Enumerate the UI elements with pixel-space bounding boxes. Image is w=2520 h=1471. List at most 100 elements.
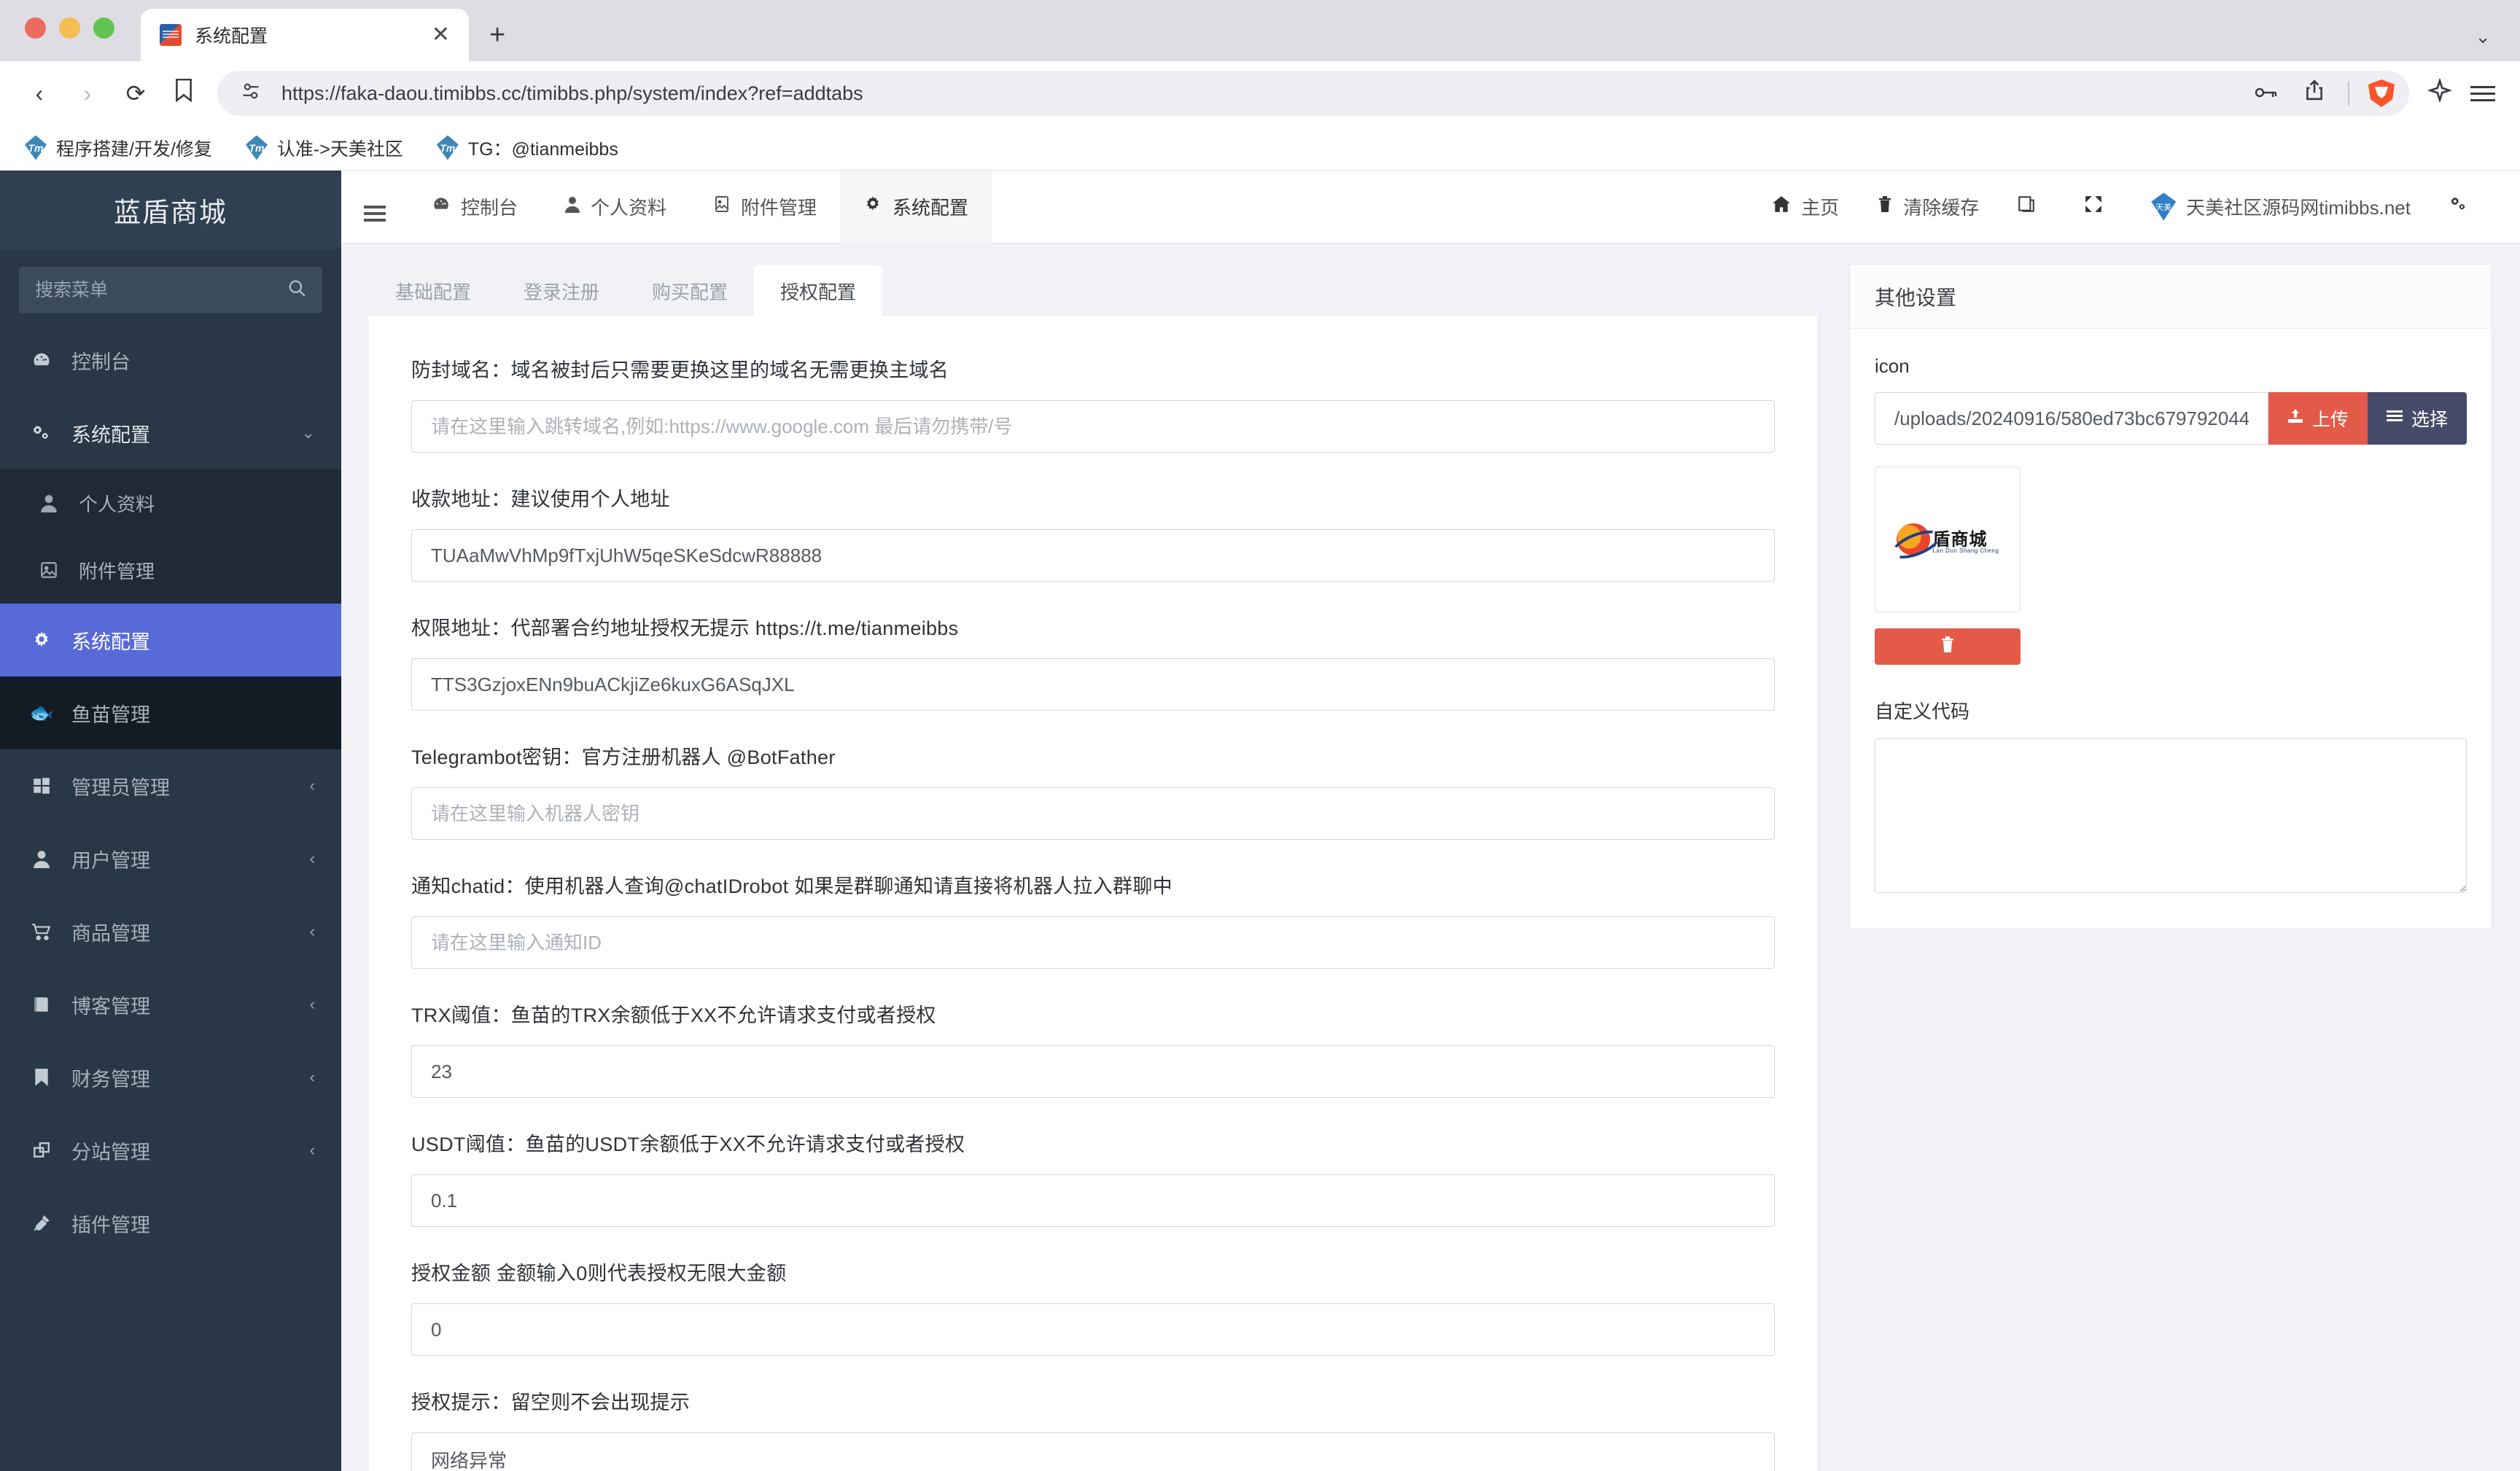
gear-icon (26, 630, 57, 650)
sidebar-item-profile[interactable]: 个人资料 (0, 469, 341, 536)
back-icon[interactable]: ‹ (25, 80, 54, 107)
sidebar-brand[interactable]: 蓝盾商城 (0, 171, 341, 249)
navtab-label: 附件管理 (741, 197, 817, 219)
icon-field-label: icon (1875, 355, 1910, 377)
card-title: 其他设置 (1850, 265, 2492, 329)
field-label: TRX阈值：鱼苗的TRX余额低于XX不允许请求支付或者授权 (411, 1004, 936, 1026)
delete-icon-button[interactable] (1875, 628, 2021, 665)
usdt-threshold-input[interactable] (411, 1174, 1775, 1227)
navtab-attachments[interactable]: 附件管理 (690, 171, 840, 243)
maximize-window-button[interactable] (93, 17, 114, 39)
gear-icon (863, 195, 882, 219)
permission-address-input[interactable] (411, 658, 1775, 711)
leo-ai-icon[interactable] (2427, 77, 2453, 108)
plug-icon (26, 1214, 57, 1233)
bookmark-icon[interactable] (169, 78, 198, 108)
forward-icon[interactable]: › (73, 80, 102, 107)
sidebar-item-subsite-management[interactable]: 分站管理 ‹ (0, 1114, 341, 1187)
upload-label: 上传 (2311, 410, 2349, 430)
chevron-down-icon[interactable]: ⌄ (302, 424, 315, 442)
close-window-button[interactable] (25, 17, 46, 39)
password-key-icon[interactable] (2252, 80, 2281, 107)
image-icon (713, 195, 731, 218)
tab-title: 系统配置 (195, 26, 268, 47)
sidebar-toggle-button[interactable] (341, 205, 408, 208)
antiblock-domain-input[interactable] (411, 400, 1775, 453)
custom-code-textarea[interactable] (1875, 738, 2467, 893)
bookmark-item-2[interactable]: Tm TG：@tianmeibbs (436, 135, 618, 161)
windows-icon (26, 776, 57, 795)
chevron-left-icon[interactable]: ‹ (310, 776, 315, 795)
trx-threshold-input[interactable] (411, 1045, 1775, 1098)
sidebar-item-system-config-group[interactable]: 系统配置 ⌄ (0, 397, 341, 469)
trash-icon (1940, 636, 1956, 658)
address-bar[interactable]: https://faka-daou.timibbs.cc/timibbs.php… (217, 71, 2409, 116)
sidebar-item-system-config[interactable]: 系统配置 (0, 604, 341, 676)
brave-shield-icon[interactable] (2368, 79, 2395, 107)
minimize-window-button[interactable] (59, 17, 80, 39)
chevron-left-icon[interactable]: ‹ (310, 849, 315, 868)
search-icon[interactable] (287, 278, 306, 303)
icon-path-input[interactable] (1875, 392, 2268, 445)
logo-subtext: Lan Dun Shang Cheng (1932, 547, 1999, 554)
auth-tip-textarea[interactable] (411, 1432, 1775, 1471)
book-icon (26, 995, 57, 1014)
icon-preview[interactable]: 盾商城 Lan Dun Shang Cheng (1875, 467, 2021, 612)
tab-login-register[interactable]: 登录注册 (497, 265, 626, 316)
choose-button[interactable]: 选择 (2367, 392, 2467, 445)
field-notify-chatid: 通知chatid：使用机器人查询@chatIDrobot 如果是群聊通知请直接将… (411, 870, 1775, 969)
close-tab-icon[interactable]: ✕ (432, 24, 450, 46)
menu-search-box[interactable] (19, 267, 322, 313)
navbtn-settings[interactable] (2430, 171, 2498, 243)
browser-menu-icon[interactable] (2470, 85, 2495, 101)
chevron-left-icon[interactable]: ‹ (310, 1141, 315, 1160)
auth-amount-input[interactable] (411, 1303, 1775, 1356)
tab-auth-config[interactable]: 授权配置 (754, 265, 883, 316)
navtab-dashboard[interactable]: 控制台 (408, 171, 541, 243)
browser-tabstrip: 系统配置 ✕ + ⌄ (0, 0, 2520, 61)
tab-purchase-config[interactable]: 购买配置 (626, 265, 755, 316)
chevron-left-icon[interactable]: ‹ (310, 1068, 315, 1087)
share-icon[interactable] (2300, 79, 2329, 107)
bookmark-favicon-icon: Tm (245, 135, 268, 160)
notify-chatid-input[interactable] (411, 916, 1775, 969)
cart-icon (26, 922, 57, 941)
sidebar-item-user-management[interactable]: 用户管理 ‹ (0, 822, 341, 895)
upload-button[interactable]: 上传 (2268, 392, 2368, 445)
chevron-left-icon[interactable]: ‹ (310, 995, 315, 1014)
field-label: 授权金额 金额输入0则代表授权无限大金额 (411, 1263, 787, 1284)
navtab-profile[interactable]: 个人资料 (541, 171, 690, 243)
navbtn-home[interactable]: 主页 (1753, 171, 1858, 243)
sidebar-item-product-management[interactable]: 商品管理 ‹ (0, 895, 341, 968)
bookmark-item-0[interactable]: Tm 程序搭建/开发/修复 (25, 135, 212, 161)
sidebar-menu: 控制台 系统配置 ⌄ 个人资料 附件管理 系统配置 🐟 鱼苗管理 管理员管理 ‹… (0, 324, 341, 1471)
receive-address-input[interactable] (411, 529, 1775, 582)
navbtn-refresh-tabs[interactable] (1998, 171, 2065, 243)
search-input[interactable] (35, 279, 287, 301)
refresh-tabs-icon (2017, 195, 2036, 219)
chevron-left-icon[interactable]: ‹ (310, 922, 315, 941)
field-auth-amount: 授权金额 金额输入0则代表授权无限大金额 (411, 1257, 1775, 1356)
sidebar-item-plugin-management[interactable]: 插件管理 (0, 1187, 341, 1260)
sidebar-item-attachments[interactable]: 附件管理 (0, 536, 341, 604)
bookmark-item-1[interactable]: Tm 认准->天美社区 (245, 135, 403, 161)
browser-tab[interactable]: 系统配置 ✕ (141, 9, 469, 61)
site-settings-icon[interactable] (236, 80, 265, 107)
telegram-bot-token-input[interactable] (411, 787, 1775, 840)
navtab-system-config[interactable]: 系统配置 (840, 171, 992, 243)
field-auth-tip: 授权提示：留空则不会出现提示 (411, 1386, 1775, 1471)
new-tab-button[interactable]: + (489, 20, 505, 61)
sidebar-item-dashboard[interactable]: 控制台 (0, 324, 341, 397)
sidebar-item-finance-management[interactable]: 财务管理 ‹ (0, 1041, 341, 1114)
reload-icon[interactable]: ⟳ (121, 79, 150, 107)
sidebar-item-admin-management[interactable]: 管理员管理 ‹ (0, 749, 341, 822)
settings-gear-icon (2449, 195, 2469, 219)
sidebar-item-fish-management[interactable]: 🐟 鱼苗管理 (0, 676, 341, 749)
upload-icon (2287, 408, 2303, 429)
tab-basic-config[interactable]: 基础配置 (369, 265, 498, 316)
navbtn-clear-cache[interactable]: 清除缓存 (1858, 171, 1998, 243)
chevron-down-icon[interactable]: ⌄ (2475, 26, 2491, 48)
sidebar-item-blog-management[interactable]: 博客管理 ‹ (0, 968, 341, 1041)
navbtn-fullscreen[interactable] (2065, 171, 2132, 243)
navbtn-sitename[interactable]: 天美 天美社区源码网timibbs.net (2132, 171, 2430, 243)
